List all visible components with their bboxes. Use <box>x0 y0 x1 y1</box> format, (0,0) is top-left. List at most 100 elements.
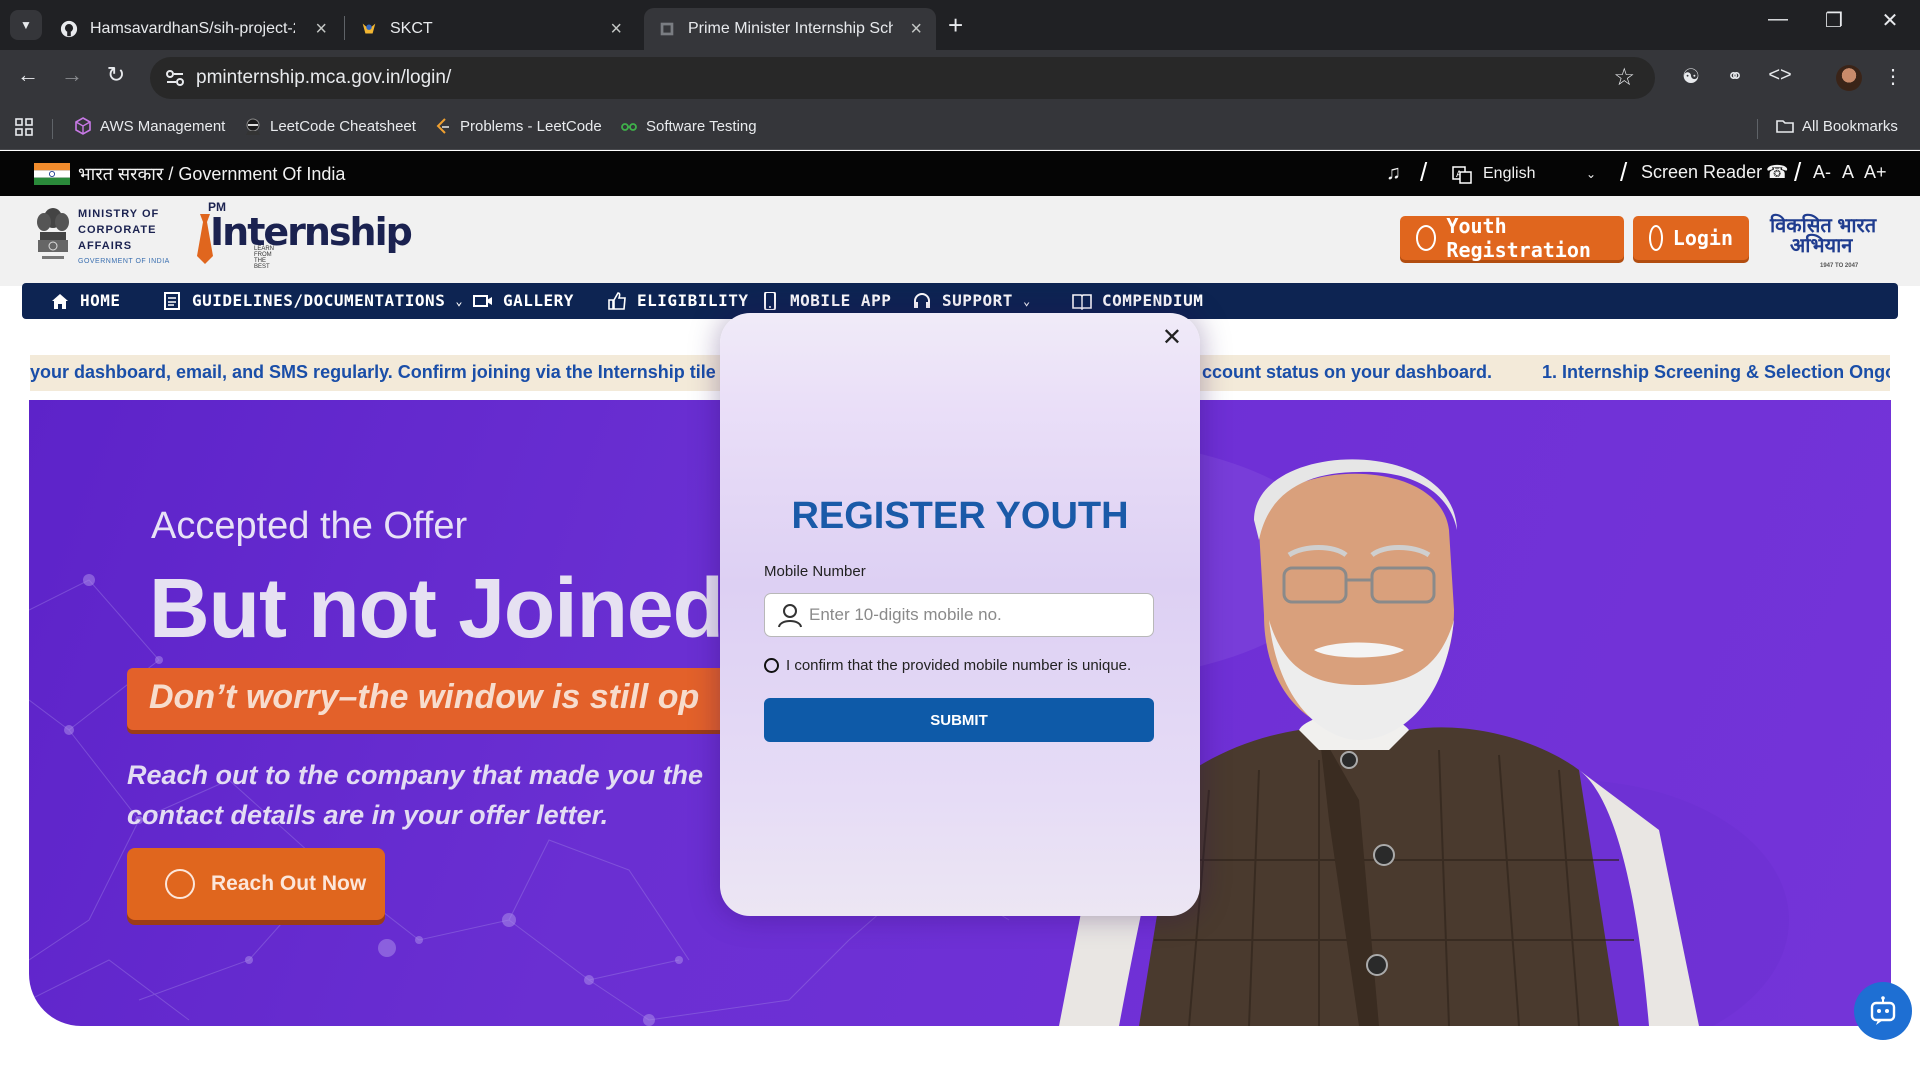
chatbot-button[interactable] <box>1854 982 1912 1040</box>
nav-label: ELIGIBILITY <box>637 291 749 310</box>
bookmark-divider <box>52 119 53 139</box>
back-button[interactable]: ← <box>12 62 44 88</box>
close-tab-icon[interactable]: × <box>610 18 622 41</box>
logo-internship-text: Internship <box>210 210 413 254</box>
modal-close-button[interactable]: ✕ <box>1162 323 1182 352</box>
nav-support[interactable]: SUPPORT ⌄ <box>912 291 1031 310</box>
forward-button[interactable]: → <box>56 62 88 88</box>
mobile-number-label: Mobile Number <box>764 563 866 580</box>
link-icon[interactable]: ⚭ <box>1720 64 1750 89</box>
divider-slash: / <box>1420 157 1428 187</box>
viksit-line: अभियान <box>1790 235 1853 257</box>
bookmark-divider <box>1757 119 1758 139</box>
chevron-down-icon: ⌄ <box>455 293 464 308</box>
tab-title: HamsavardhanS/sih-project-25 <box>90 20 295 37</box>
bookmark-star-icon[interactable]: ☆ <box>1613 63 1635 92</box>
ticker-text: 1. Internship Screening & Selection Ongo <box>1542 362 1890 382</box>
profile-avatar[interactable] <box>1836 65 1862 91</box>
site-header: MINISTRY OF CORPORATE AFFAIRS GOVERNMENT… <box>0 196 1920 286</box>
register-youth-modal: ✕ REGISTER YOUTH Mobile Number I confirm… <box>720 313 1200 916</box>
all-bookmarks-button[interactable]: All Bookmarks <box>1776 117 1898 135</box>
apps-grid-icon[interactable] <box>14 117 34 137</box>
bookmark-software-testing[interactable]: Software Testing <box>620 117 757 135</box>
leetcode-icon <box>436 118 449 134</box>
ninja-icon <box>246 118 260 135</box>
chevron-down-icon: ⌄ <box>1022 293 1031 308</box>
government-bar: भारत सरकार / Government Of India ♫ / A E… <box>0 151 1920 196</box>
bookmark-leetcode-cheatsheet[interactable]: LeetCode Cheatsheet <box>244 117 416 135</box>
font-normal-button[interactable]: A <box>1842 162 1854 183</box>
tab-title: Prime Minister Internship Schem <box>688 20 893 37</box>
reach-out-now-button[interactable]: Reach Out Now <box>127 848 385 920</box>
translate-icon[interactable]: ☯ <box>1676 64 1706 89</box>
address-bar[interactable]: pminternship.mca.gov.in/login/ ☆ <box>150 57 1655 99</box>
language-icon: A <box>1452 166 1472 184</box>
thumbs-up-icon <box>608 291 626 310</box>
screen-reader-icon: ☎ <box>1766 162 1789 182</box>
divider-slash: / <box>1794 157 1802 187</box>
login-button[interactable]: Login <box>1633 216 1749 260</box>
tab-pm-internship[interactable]: Prime Minister Internship Schem × <box>644 8 936 50</box>
close-window-button[interactable]: ✕ <box>1870 8 1910 33</box>
code-icon[interactable]: <> <box>1765 64 1795 87</box>
user-icon <box>778 604 802 628</box>
font-increase-button[interactable]: A+ <box>1864 162 1887 183</box>
submit-label: SUBMIT <box>930 711 988 729</box>
language-select[interactable]: English <box>1483 165 1535 183</box>
unique-mobile-confirmation[interactable]: I confirm that the provided mobile numbe… <box>764 657 1131 674</box>
robot-icon <box>1870 996 1896 1025</box>
user-circle-icon <box>1649 225 1663 251</box>
chevron-down-icon: ▼ <box>20 18 32 32</box>
bookmark-label: AWS Management <box>100 117 226 135</box>
nav-compendium[interactable]: COMPENDIUM <box>1072 291 1203 310</box>
ministry-line: AFFAIRS <box>78 240 133 252</box>
youth-registration-button[interactable]: Youth Registration <box>1400 214 1624 262</box>
ministry-logo: MINISTRY OF CORPORATE AFFAIRS GOVERNMENT… <box>78 206 170 270</box>
font-decrease-button[interactable]: A- <box>1813 162 1831 183</box>
bookmark-leetcode-problems[interactable]: Problems - LeetCode <box>434 117 602 135</box>
screen-reader-link[interactable]: Screen Reader <box>1641 162 1762 183</box>
viksit-years: 1947 TO 2047 <box>1820 263 1859 269</box>
reload-button[interactable]: ↻ <box>100 62 132 88</box>
minimize-button[interactable]: — <box>1758 8 1798 31</box>
tab-separator <box>344 16 345 40</box>
tab-github[interactable]: HamsavardhanS/sih-project-25 × <box>46 8 341 50</box>
hero-headline: But not Joined <box>149 561 724 655</box>
pm-internship-icon <box>660 22 674 36</box>
nav-mobile-app[interactable]: MOBILE APP <box>760 291 891 310</box>
add-user-icon <box>1416 225 1437 251</box>
url-text: pminternship.mca.gov.in/login/ <box>196 67 452 88</box>
hero-description-line: Reach out to the company that made you t… <box>127 760 704 790</box>
close-tab-icon[interactable]: × <box>315 18 327 41</box>
mobile-number-field[interactable] <box>764 593 1154 637</box>
submit-button[interactable]: SUBMIT <box>764 698 1154 742</box>
nav-label: COMPENDIUM <box>1102 291 1204 310</box>
video-icon <box>473 294 492 307</box>
accessibility-icon[interactable]: ♫ <box>1386 162 1401 185</box>
restore-icon: ❐ <box>1825 10 1843 32</box>
restore-button[interactable]: ❐ <box>1814 8 1854 33</box>
reload-icon: ↻ <box>106 62 126 87</box>
confirm-radio[interactable] <box>764 658 779 673</box>
nav-eligibility[interactable]: ELIGIBILITY <box>607 291 748 310</box>
tab-search-button[interactable]: ▼ <box>10 10 42 40</box>
bookmark-aws[interactable]: AWS Management <box>74 117 225 135</box>
menu-kebab-icon[interactable]: ⋮ <box>1878 64 1908 89</box>
tab-skct[interactable]: SKCT × <box>346 8 636 50</box>
nav-guidelines[interactable]: GUIDELINES/DOCUMENTATIONS ⌄ <box>162 291 463 310</box>
chevron-down-icon[interactable]: ⌄ <box>1586 167 1596 181</box>
github-icon <box>60 20 78 38</box>
close-tab-icon[interactable]: × <box>910 18 922 41</box>
nav-gallery[interactable]: GALLERY <box>473 291 574 310</box>
new-tab-button[interactable]: + <box>948 10 963 41</box>
bookmark-label: Software Testing <box>646 117 757 135</box>
book-icon <box>1072 293 1092 310</box>
modal-title: REGISTER YOUTH <box>791 495 1129 537</box>
skct-icon <box>362 23 376 34</box>
bookmarks-bar: AWS Management LeetCode Cheatsheet Probl… <box>0 108 1920 150</box>
ministry-subline: GOVERNMENT OF INDIA <box>78 258 170 265</box>
mobile-number-input[interactable] <box>809 594 1149 636</box>
all-bookmarks-label: All Bookmarks <box>1802 117 1898 135</box>
nav-home[interactable]: HOME <box>50 291 121 310</box>
hero-description-line: contact details are in your offer letter… <box>127 800 609 830</box>
